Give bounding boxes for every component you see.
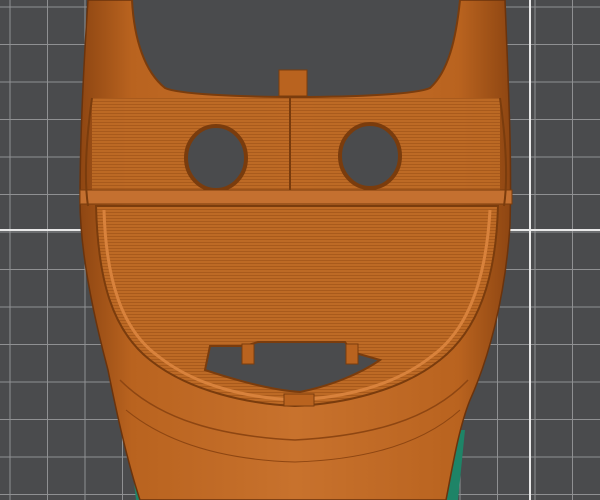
right-hole: [338, 122, 402, 190]
slicer-preview-viewport[interactable]: [0, 0, 600, 500]
horizontal-ledge: [79, 189, 513, 205]
cross-wall: [92, 98, 500, 192]
printed-part-model[interactable]: [79, 0, 513, 500]
top-center-tab: [278, 69, 308, 97]
left-hole: [184, 124, 248, 192]
